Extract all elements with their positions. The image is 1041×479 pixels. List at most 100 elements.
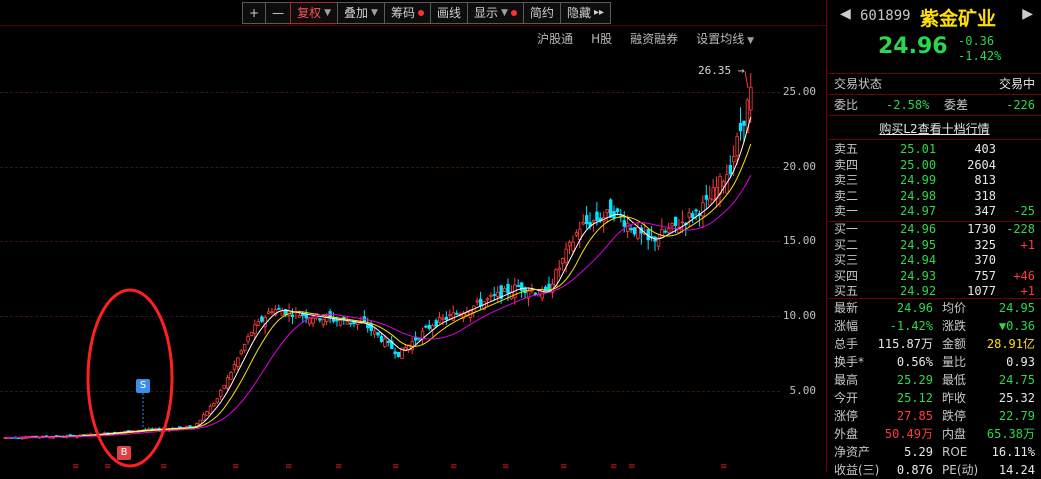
prev-stock-icon[interactable]: ◀ (840, 6, 851, 22)
bids-row[interactable]: 买三 24.94 370 (828, 253, 1041, 268)
l2-upsell-link[interactable]: 购买L2查看十档行情 (828, 120, 1041, 137)
sell-marker-icon[interactable]: S (136, 379, 150, 393)
asks-delta: -25 (1013, 204, 1035, 219)
candle-body (270, 311, 274, 314)
stat-label: 总手 (834, 337, 859, 351)
stat-label: ROE (942, 445, 968, 459)
candle-body (249, 331, 254, 336)
candle-body (68, 434, 72, 437)
asks-row[interactable]: 卖五 25.01 403 (828, 142, 1041, 157)
bids-volume: 325 (974, 237, 996, 252)
candle-body (349, 322, 353, 325)
stat-value: 25.12 (896, 391, 933, 405)
candle-body (496, 291, 500, 297)
candle-body (266, 311, 271, 315)
divider (828, 298, 1041, 299)
asks-level-label: 卖二 (834, 188, 859, 203)
candle-body (335, 319, 339, 322)
bids-row[interactable]: 买一 24.96 1730 -228 (828, 222, 1041, 237)
event-marker-icon: ≋ (628, 462, 636, 472)
candle-body (502, 287, 507, 293)
divider (828, 139, 1041, 140)
asks-row[interactable]: 卖三 24.99 813 (828, 173, 1041, 188)
quote-panel: ◀ 601899 紫金矿业 ▶ 24.96 -0.36 -1.42% 交易状态 … (828, 0, 1041, 477)
stat-value: 16.11% (991, 445, 1035, 459)
candle-body (732, 156, 736, 163)
event-marker-icon: ≋ (450, 462, 458, 472)
candle-body (694, 209, 698, 212)
kline-chart-area[interactable]: + — 复权 ▼ 叠加 ▼ 筹码 画线 显示 ▼ 简约 隐藏 ▸▸ 沪股通 H股 融资融… (0, 0, 826, 472)
candle-body (581, 222, 585, 225)
asks-price: 24.98 (900, 188, 937, 203)
candle-body (427, 324, 432, 329)
candle-body (318, 318, 322, 321)
stat-label: PE(动) (942, 463, 979, 477)
candle-body (615, 208, 620, 213)
panel-divider (826, 0, 827, 472)
stat-value: 50.49万 (884, 427, 933, 441)
candle-body (557, 267, 562, 271)
stat-value: 24.75 (998, 373, 1035, 387)
candle-body (475, 300, 479, 303)
event-marker-icon: ≋ (285, 462, 293, 472)
bids-price: 24.94 (900, 253, 937, 268)
candle-body (728, 165, 733, 175)
stat-value: 24.95 (998, 301, 1035, 315)
stat-value: 65.38万 (986, 427, 1035, 441)
candle-body (437, 317, 442, 323)
asks-row[interactable]: 卖一 24.97 347 -25 (828, 204, 1041, 219)
asks-row[interactable]: 卖二 24.98 318 (828, 189, 1041, 204)
stat-value: 115.87万 (877, 337, 933, 351)
event-marker-icon: ≋ (610, 462, 618, 472)
candle-body (492, 294, 497, 296)
stats-row: 收益(三) 0.876 PE(动) 14.24 (828, 462, 1041, 479)
bids-row[interactable]: 买四 24.93 757 +46 (828, 269, 1041, 284)
event-marker-icon: ≋ (72, 462, 80, 472)
candle-body (372, 330, 377, 335)
asks-level-label: 卖四 (834, 157, 859, 172)
stat-value: 27.85 (896, 409, 933, 423)
candle-body (478, 298, 483, 307)
candle-body (711, 187, 715, 201)
status-row: 交易状态 交易中 (828, 76, 1041, 93)
asks-volume: 2604 (967, 157, 996, 172)
candle-body (629, 227, 633, 231)
candle-body (424, 325, 428, 328)
candle-body (585, 215, 589, 225)
stat-label: 最新 (834, 301, 859, 315)
candle-body (355, 322, 360, 325)
next-stock-icon[interactable]: ▶ (1022, 6, 1033, 22)
buy-marker-icon[interactable]: B (117, 446, 131, 460)
bids-level-label: 买二 (834, 237, 859, 252)
stock-header: ◀ 601899 紫金矿业 ▶ (828, 4, 1041, 30)
ma20-line (5, 174, 752, 439)
status-value: 交易中 (998, 77, 1035, 91)
candle-body (571, 241, 575, 252)
stat-value: 0.56% (896, 355, 933, 369)
bids-volume: 1730 (967, 222, 996, 236)
asks-level-label: 卖五 (834, 142, 859, 156)
candle-body (680, 221, 685, 224)
stat-value: 14.24 (998, 463, 1035, 477)
candle-body (379, 335, 384, 342)
stats-row: 外盘 50.49万 内盘 65.38万 (828, 426, 1041, 443)
candle-body (636, 227, 640, 239)
asks-row[interactable]: 卖四 25.00 2604 (828, 158, 1041, 173)
stat-label: 量比 (942, 355, 967, 369)
event-marker-icon: ≋ (335, 462, 343, 472)
bids-level-label: 买三 (834, 253, 859, 268)
candle-body (701, 202, 705, 217)
candle-body (345, 321, 349, 325)
candle-body (236, 357, 240, 367)
candle-body (219, 389, 223, 397)
bids-price: 24.95 (900, 237, 937, 252)
divider (828, 115, 1041, 116)
stat-label: 金额 (942, 337, 967, 351)
candle-body (205, 411, 209, 416)
candle-body (208, 405, 213, 414)
candle-body (256, 320, 261, 326)
candle-body (178, 426, 182, 429)
stat-value: -1.42% (889, 319, 933, 333)
stat-label: 昨收 (942, 391, 967, 405)
bids-row[interactable]: 买二 24.95 325 +1 (828, 238, 1041, 253)
